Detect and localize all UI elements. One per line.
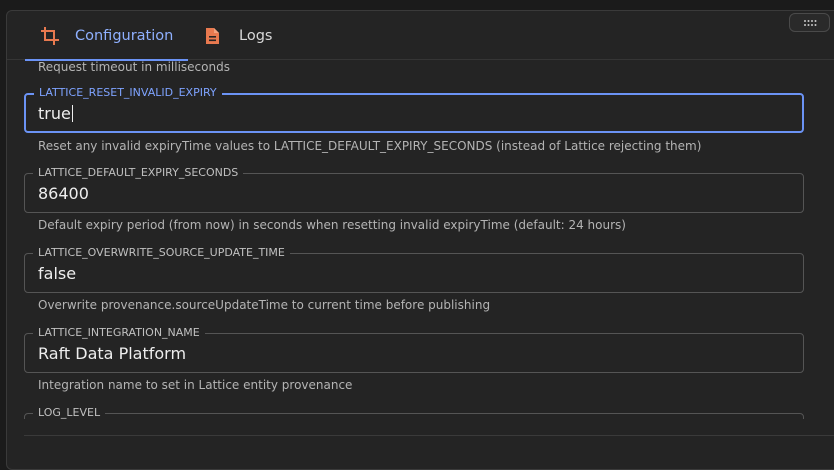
field-label: LOG_LEVEL xyxy=(33,406,106,419)
lattice-reset-invalid-expiry-field[interactable]: LATTICE_RESET_INVALID_EXPIRY true xyxy=(24,86,804,133)
tab-logs-label: Logs xyxy=(239,27,273,44)
log-level-field[interactable]: LOG_LEVEL xyxy=(24,406,804,419)
config-form: Request timeout in milliseconds LATTICE_… xyxy=(7,61,834,419)
field-helper-text: Request timeout in milliseconds xyxy=(38,61,230,74)
tab-logs[interactable]: Logs xyxy=(205,11,272,60)
lattice-integration-name-field[interactable]: LATTICE_INTEGRATION_NAME Raft Data Platf… xyxy=(24,326,804,373)
field-label: LATTICE_INTEGRATION_NAME xyxy=(33,326,205,340)
field-value: Raft Data Platform xyxy=(38,344,187,363)
field-value: true xyxy=(38,104,73,123)
lattice-overwrite-source-update-time-field[interactable]: LATTICE_OVERWRITE_SOURCE_UPDATE_TIME fal… xyxy=(24,246,804,293)
field-value: 86400 xyxy=(38,184,89,203)
field-helper-text: Default expiry period (from now) in seco… xyxy=(38,218,626,232)
tab-configuration[interactable]: Configuration xyxy=(25,11,188,61)
field-helper-text: Reset any invalid expiryTime values to L… xyxy=(38,139,702,153)
field-helper-text: Integration name to set in Lattice entit… xyxy=(38,378,353,392)
lattice-default-expiry-seconds-field[interactable]: LATTICE_DEFAULT_EXPIRY_SECONDS 86400 xyxy=(24,166,804,213)
tab-configuration-label: Configuration xyxy=(75,27,174,44)
document-icon xyxy=(205,27,223,45)
field-helper-text: Overwrite provenance.sourceUpdateTime to… xyxy=(38,298,491,312)
crop-icon xyxy=(41,26,59,45)
field-label: LATTICE_RESET_INVALID_EXPIRY xyxy=(34,86,222,100)
field-label: LATTICE_DEFAULT_EXPIRY_SECONDS xyxy=(33,166,244,180)
field-label: LATTICE_OVERWRITE_SOURCE_UPDATE_TIME xyxy=(33,246,290,260)
footer-divider xyxy=(24,435,834,436)
tab-bar: Configuration Logs xyxy=(7,11,834,61)
settings-panel: Configuration Logs Request timeout in mi… xyxy=(6,10,834,470)
field-value: false xyxy=(38,264,77,283)
